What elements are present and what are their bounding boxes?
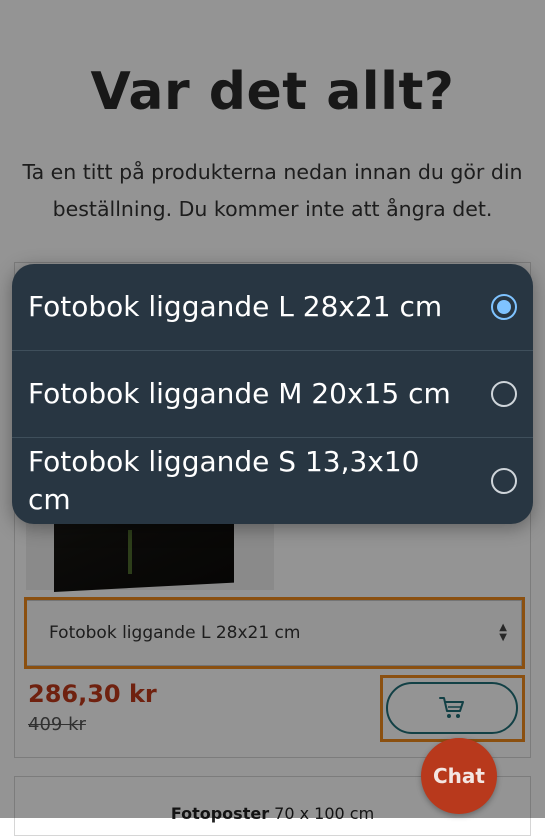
radio-unselected-icon[interactable]	[491, 468, 517, 494]
radio-selected-icon[interactable]	[491, 294, 517, 320]
dropdown-option[interactable]: Fotobok liggande S 13,3x10 cm	[12, 438, 533, 524]
radio-unselected-icon[interactable]	[491, 381, 517, 407]
chat-button[interactable]: Chat	[421, 738, 497, 814]
dropdown-option[interactable]: Fotobok liggande L 28x21 cm	[12, 264, 533, 351]
dropdown-option-label: Fotobok liggande M 20x15 cm	[28, 377, 451, 410]
dropdown-option-label: Fotobok liggande S 13,3x10 cm	[28, 445, 420, 516]
dropdown-option-label: Fotobok liggande L 28x21 cm	[28, 290, 443, 323]
variant-dropdown: Fotobok liggande L 28x21 cm Fotobok ligg…	[12, 264, 533, 524]
dropdown-option[interactable]: Fotobok liggande M 20x15 cm	[12, 351, 533, 438]
